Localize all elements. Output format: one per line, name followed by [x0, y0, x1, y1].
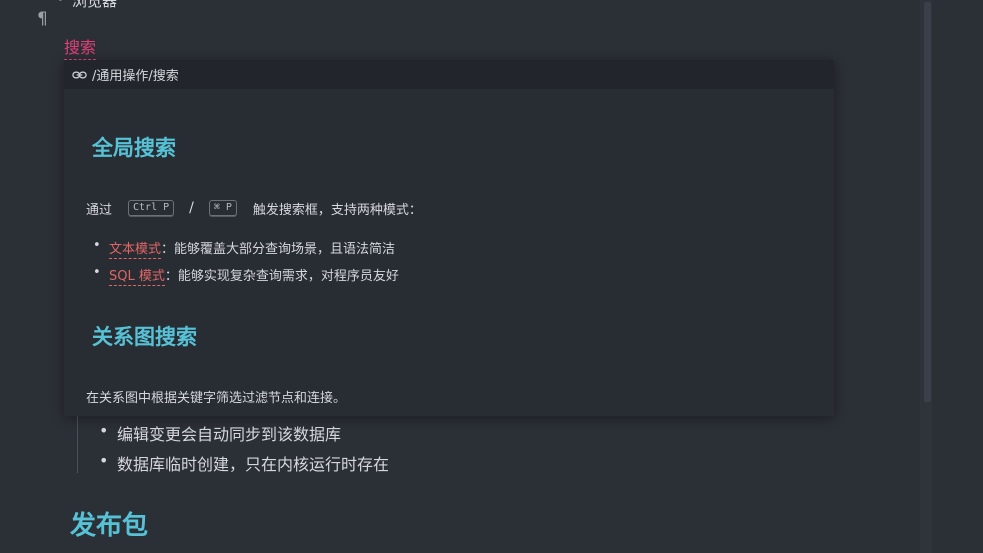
graph-search-desc: 在关系图中根据关键字筛选过滤节点和连接。 — [86, 391, 347, 406]
trigger-paragraph: 通过 Ctrl P / ⌘ P 触发搜索框，支持两种模式： — [86, 198, 422, 218]
trigger-prefix: 通过 — [86, 202, 113, 218]
list-item: SQL 模式：能够实现复杂查询需求，对程序员友好 — [93, 265, 399, 286]
pilcrow-icon[interactable]: ¶ — [37, 9, 48, 29]
popover-path[interactable]: /通用操作/搜索 — [92, 65, 179, 84]
heading-global-search: 全局搜索 — [92, 136, 176, 160]
list-item: 文本模式：能够覆盖大部分查询场景，且语法简洁 — [93, 238, 396, 259]
list-item: 浏览器 — [56, 0, 117, 11]
slash-separator: / — [189, 200, 194, 216]
editor-area[interactable]: ¶ 浏览器 搜索 编辑变更会自动同步到该数据库 数据库临时创建，只在内核运行时存… — [0, 0, 932, 553]
list-item: 数据库临时创建，只在内核运行时存在 — [99, 451, 389, 475]
text-mode-link[interactable]: 文本模式 — [109, 242, 162, 259]
kbd-cmd-p: ⌘ P — [208, 200, 237, 216]
app-root: ¶ 浏览器 搜索 编辑变更会自动同步到该数据库 数据库临时创建，只在内核运行时存… — [0, 0, 983, 553]
kbd-ctrl-p: Ctrl P — [128, 200, 175, 216]
sql-mode-link[interactable]: SQL 模式 — [109, 269, 165, 286]
right-gutter — [932, 0, 983, 553]
text-mode-desc: ：能够覆盖大部分查询场景，且语法简洁 — [161, 242, 396, 257]
heading-publish: 发布包 — [70, 511, 149, 541]
scrollbar-thumb[interactable] — [924, 2, 931, 402]
link-icon — [72, 71, 87, 78]
trigger-suffix: 触发搜索框，支持两种模式： — [252, 202, 422, 218]
search-reference-link[interactable]: 搜索 — [64, 34, 97, 60]
popover-header: /通用操作/搜索 — [64, 60, 834, 89]
blockquote-bar — [77, 408, 78, 473]
reference-preview-popover[interactable]: /通用操作/搜索 全局搜索 通过 Ctrl P / ⌘ P 触发搜索框，支持两种… — [64, 60, 834, 416]
sql-mode-desc: ：能够实现复杂查询需求，对程序员友好 — [164, 269, 399, 284]
heading-graph-search: 关系图搜索 — [92, 325, 197, 349]
list-item: 编辑变更会自动同步到该数据库 — [99, 421, 341, 445]
